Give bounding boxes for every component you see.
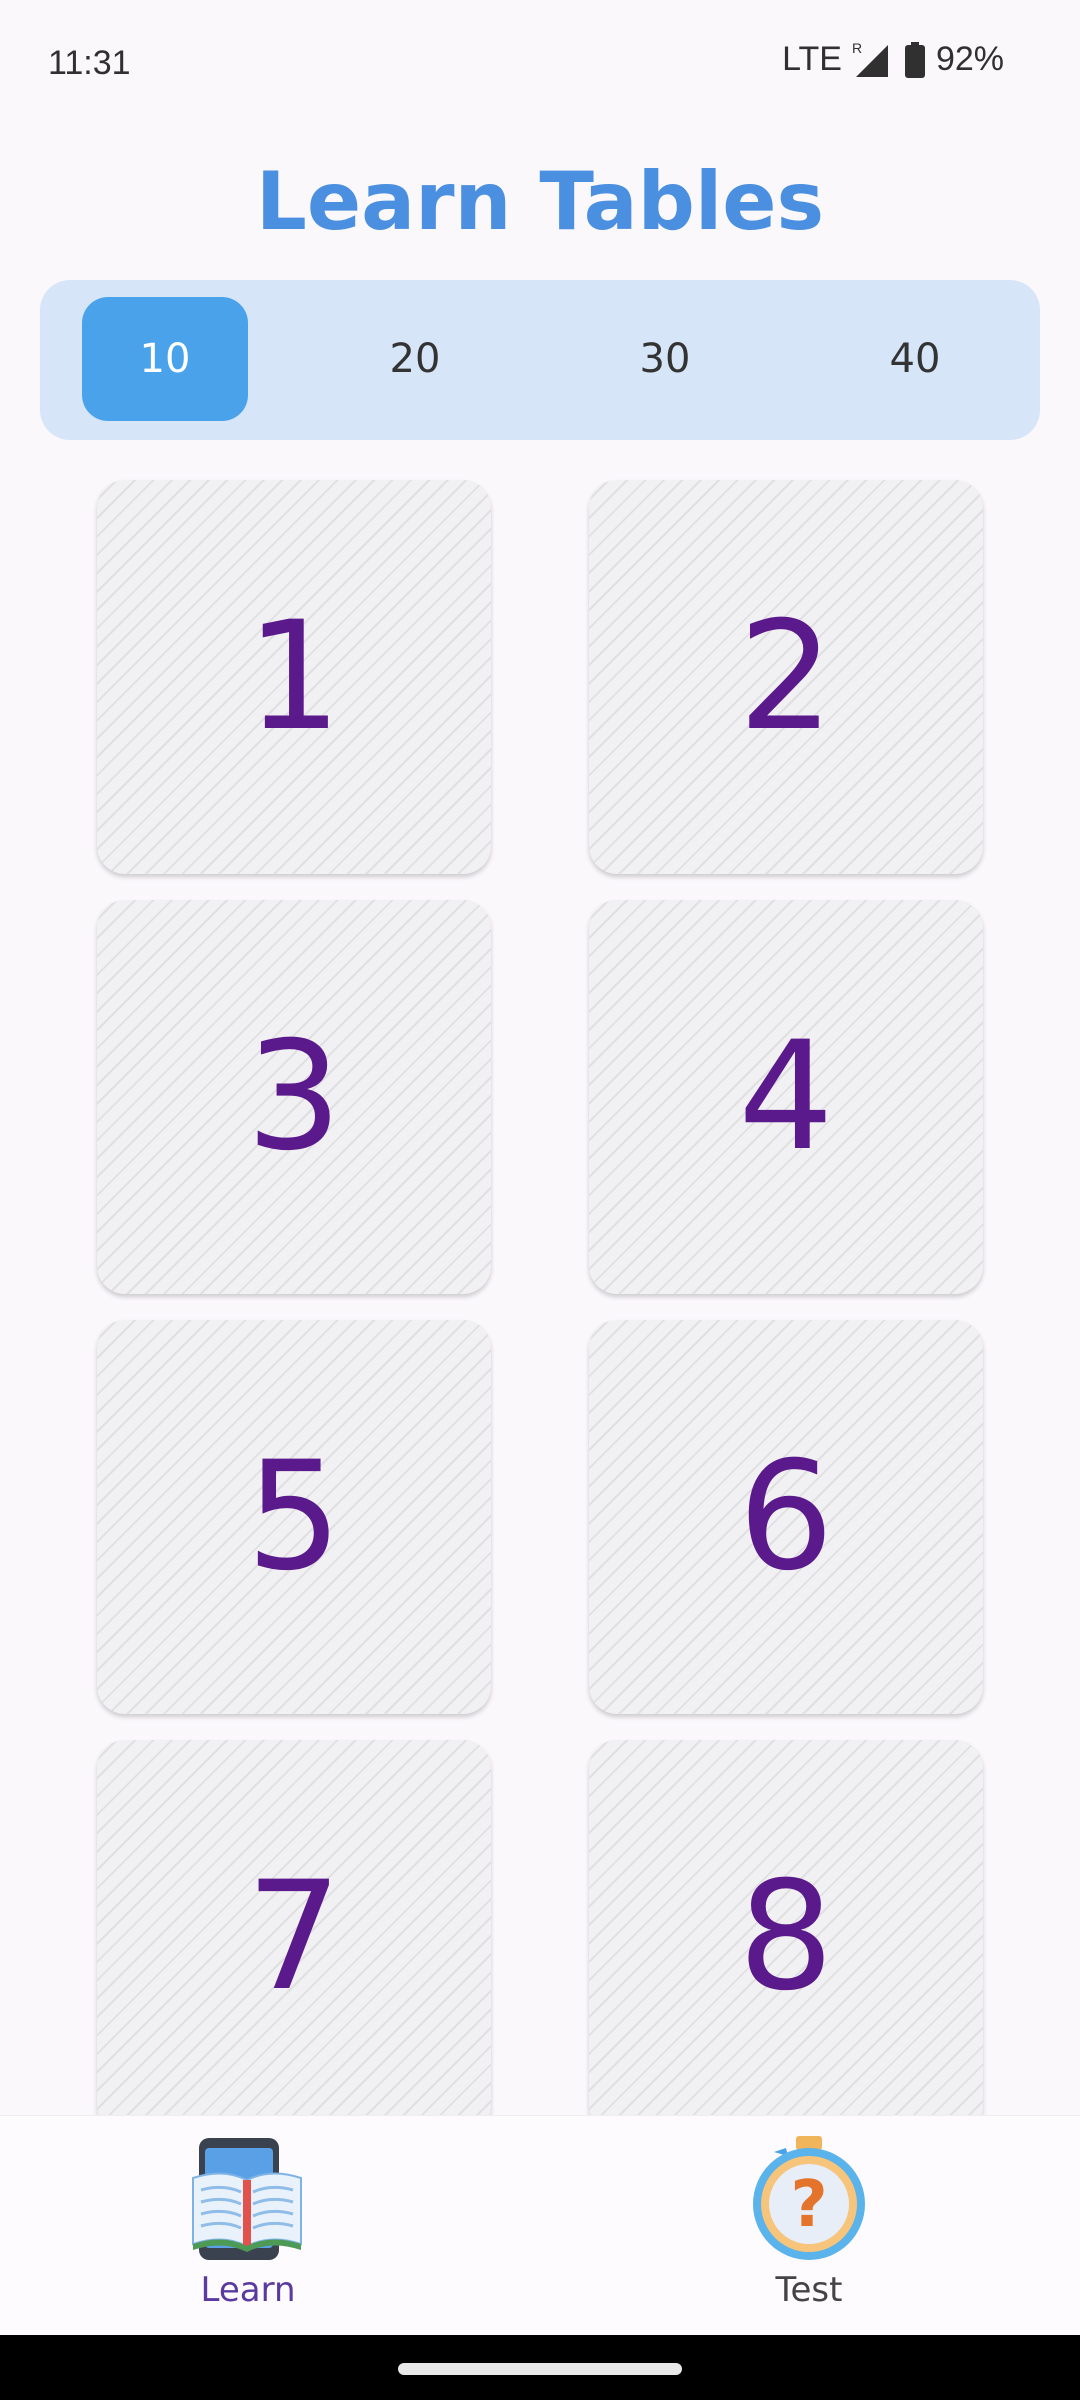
- table-card-1[interactable]: 1: [97, 480, 491, 874]
- tables-grid: 1 2 3 4 5 6 7 8: [0, 0, 1080, 2115]
- nav-test-label: Test: [775, 2270, 843, 2310]
- bottom-navigation: Learn ? Test: [0, 2115, 1080, 2336]
- table-card-4[interactable]: 4: [589, 900, 983, 1294]
- table-card-7[interactable]: 7: [97, 1740, 491, 2115]
- system-gesture-area: [0, 2335, 1080, 2400]
- card-number: 5: [246, 1430, 342, 1604]
- table-card-5[interactable]: 5: [97, 1320, 491, 1714]
- card-number: 7: [246, 1850, 342, 2024]
- nav-learn[interactable]: Learn: [148, 2134, 348, 2324]
- svg-text:?: ?: [790, 2168, 827, 2242]
- card-number: 4: [738, 1010, 834, 1184]
- table-card-6[interactable]: 6: [589, 1320, 983, 1714]
- table-card-2[interactable]: 2: [589, 480, 983, 874]
- table-card-3[interactable]: 3: [97, 900, 491, 1294]
- table-card-8[interactable]: 8: [589, 1740, 983, 2115]
- card-number: 1: [246, 590, 342, 764]
- home-gesture-handle[interactable]: [398, 2363, 682, 2375]
- card-number: 2: [738, 590, 834, 764]
- card-number: 8: [738, 1850, 834, 2024]
- question-stopwatch-icon: ?: [744, 2134, 874, 2264]
- card-number: 3: [246, 1010, 342, 1184]
- card-number: 6: [738, 1430, 834, 1604]
- nav-test[interactable]: ? Test: [709, 2134, 909, 2324]
- open-book-phone-icon: [183, 2134, 313, 2264]
- nav-learn-label: Learn: [200, 2270, 296, 2310]
